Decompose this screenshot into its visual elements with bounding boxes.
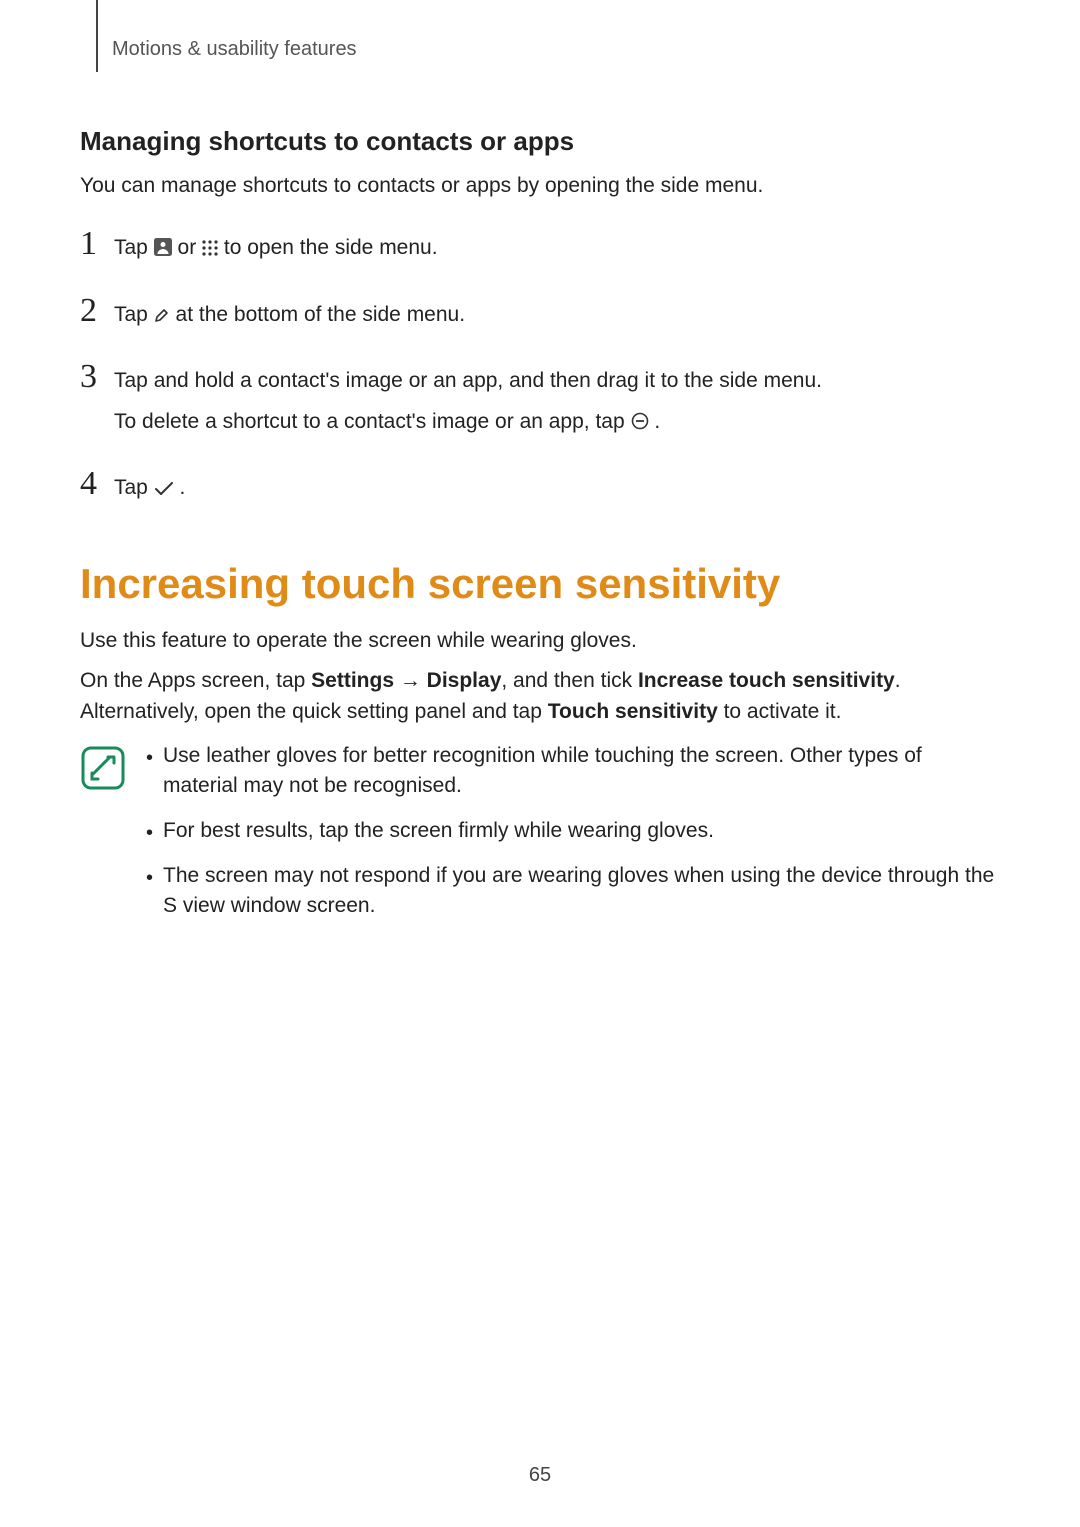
bullet-icon: •	[146, 861, 153, 892]
step-1: 1 Tap or	[80, 227, 1000, 263]
text: On the Apps screen, tap	[80, 669, 311, 692]
note-block: • Use leather gloves for better recognit…	[80, 741, 1000, 936]
contact-icon	[154, 238, 172, 256]
note-icon	[80, 741, 128, 936]
bullet-icon: •	[146, 741, 153, 772]
check-done-icon	[154, 482, 174, 496]
step-text: To delete a shortcut to a contact's imag…	[114, 410, 631, 433]
touch-sensitivity-label: Touch sensitivity	[548, 700, 718, 723]
text: , and then tick	[501, 669, 638, 692]
step-4: 4 Tap .	[80, 467, 1000, 503]
settings-label: Settings	[311, 669, 394, 692]
header-divider	[96, 0, 98, 72]
step-number: 4	[80, 467, 114, 501]
step-3: 3 Tap and hold a contact's image or an a…	[80, 360, 1000, 437]
increase-touch-sensitivity-label: Increase touch sensitivity	[638, 669, 895, 692]
paragraph: Use this feature to operate the screen w…	[80, 626, 1000, 656]
text: →	[394, 669, 427, 692]
paragraph: On the Apps screen, tap Settings → Displ…	[80, 666, 1000, 727]
display-label: Display	[427, 669, 502, 692]
text: to activate it.	[718, 700, 842, 723]
note-text: For best results, tap the screen firmly …	[163, 816, 714, 846]
note-item: • Use leather gloves for better recognit…	[146, 741, 1000, 802]
note-item: • For best results, tap the screen firml…	[146, 816, 1000, 847]
step-text: .	[654, 410, 660, 433]
bullet-icon: •	[146, 816, 153, 847]
step-text: at the bottom of the side menu.	[176, 303, 466, 326]
step-text: Tap	[114, 476, 154, 499]
step-text: or	[178, 236, 203, 259]
section-intro: You can manage shortcuts to contacts or …	[80, 171, 1000, 201]
page-title: Increasing touch screen sensitivity	[80, 560, 1000, 608]
step-number: 2	[80, 294, 114, 328]
section-heading: Managing shortcuts to contacts or apps	[80, 126, 1000, 157]
step-text: Tap	[114, 236, 154, 259]
step-2: 2 Tap at the bottom of the side menu.	[80, 294, 1000, 330]
page-number: 65	[0, 1464, 1080, 1487]
note-text: The screen may not respond if you are we…	[163, 861, 1000, 922]
step-text: Tap	[114, 303, 154, 326]
step-text: to open the side menu.	[224, 236, 438, 259]
remove-minus-icon	[631, 412, 649, 430]
step-number: 3	[80, 360, 114, 394]
edit-pencil-icon	[154, 307, 170, 323]
step-text: .	[180, 476, 186, 499]
apps-grid-icon	[202, 240, 218, 256]
step-number: 1	[80, 227, 114, 261]
note-item: • The screen may not respond if you are …	[146, 861, 1000, 922]
note-text: Use leather gloves for better recognitio…	[163, 741, 1000, 802]
step-text: Tap and hold a contact's image or an app…	[114, 366, 822, 396]
breadcrumb: Motions & usability features	[112, 38, 357, 61]
